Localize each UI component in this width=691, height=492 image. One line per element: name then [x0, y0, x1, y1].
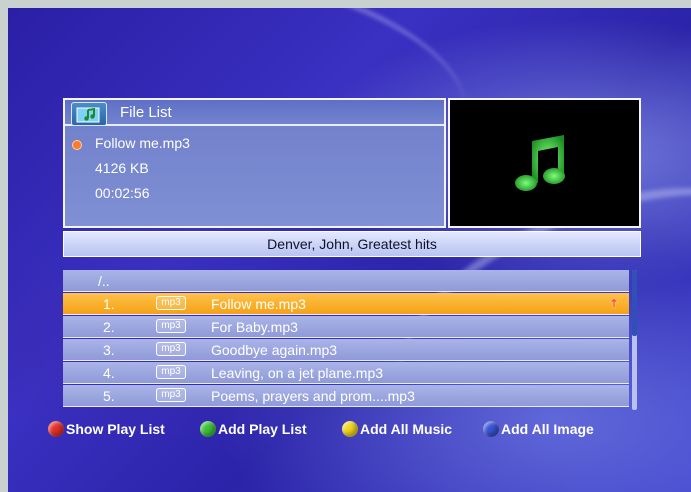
file-size: 4126 KB [95, 160, 149, 176]
list-scrollbar[interactable] [632, 270, 637, 410]
item-filename: Follow me.mp3 [211, 296, 306, 312]
play-cursor-icon [609, 297, 619, 309]
file-list: /.. 1. mp3 Follow me.mp3 2. mp3 For Baby… [63, 270, 637, 410]
file-info-box: File List Follow me.mp3 4126 KB 00:02:56 [63, 98, 446, 228]
current-filename: Follow me.mp3 [95, 135, 190, 151]
item-filename: Goodbye again.mp3 [211, 342, 338, 358]
green-button-icon [200, 421, 216, 437]
add-all-image-key[interactable]: Add All Image [483, 421, 594, 437]
mp3-badge-icon: mp3 [156, 388, 186, 402]
yellow-button-icon [342, 421, 358, 437]
file-duration: 00:02:56 [95, 185, 150, 201]
legend-label: Add Play List [218, 421, 307, 437]
list-item[interactable]: 2. mp3 For Baby.mp3 [63, 316, 629, 338]
item-number: 3. [103, 342, 115, 358]
item-filename: Leaving, on a jet plane.mp3 [211, 365, 384, 381]
legend-label: Add All Music [360, 421, 453, 437]
list-item[interactable]: 4. mp3 Leaving, on a jet plane.mp3 [63, 362, 629, 384]
add-play-list-key[interactable]: Add Play List [200, 421, 307, 437]
red-button-icon [48, 421, 64, 437]
item-number: 1. [103, 296, 115, 312]
item-filename: Poems, prayers and prom....mp3 [211, 388, 415, 404]
list-item[interactable]: 1. mp3 Follow me.mp3 [63, 293, 629, 315]
preview-pane [448, 98, 641, 228]
bullet-icon [72, 140, 82, 150]
mp3-badge-icon: mp3 [156, 365, 186, 379]
item-filename: For Baby.mp3 [211, 319, 298, 335]
item-number: 2. [103, 319, 115, 335]
legend-label: Add All Image [501, 421, 594, 437]
mp3-badge-icon: mp3 [156, 319, 186, 333]
blue-button-icon [483, 421, 499, 437]
tv-screen: File List Follow me.mp3 4126 KB 00:02:56 [8, 8, 691, 492]
parent-directory-row[interactable]: /.. [63, 270, 629, 292]
window-title: File List [120, 104, 172, 121]
mp3-badge-icon: mp3 [156, 296, 186, 310]
list-item[interactable]: 3. mp3 Goodbye again.mp3 [63, 339, 629, 361]
mp3-badge-icon: mp3 [156, 342, 186, 356]
item-number: 5. [103, 388, 115, 404]
parent-directory-label: /.. [98, 273, 110, 289]
item-number: 4. [103, 365, 115, 381]
show-play-list-key[interactable]: Show Play List [48, 421, 165, 437]
music-note-icon [515, 135, 565, 191]
add-all-music-key[interactable]: Add All Music [342, 421, 452, 437]
music-folder-icon [71, 102, 107, 126]
title-bar: File List [65, 100, 444, 126]
album-title-bar: Denver, John, Greatest hits [63, 231, 641, 257]
legend-label: Show Play List [66, 421, 165, 437]
scrollbar-thumb[interactable] [632, 270, 637, 336]
list-item[interactable]: 5. mp3 Poems, prayers and prom....mp3 [63, 385, 629, 407]
file-browser-panel: File List Follow me.mp3 4126 KB 00:02:56 [63, 98, 643, 410]
